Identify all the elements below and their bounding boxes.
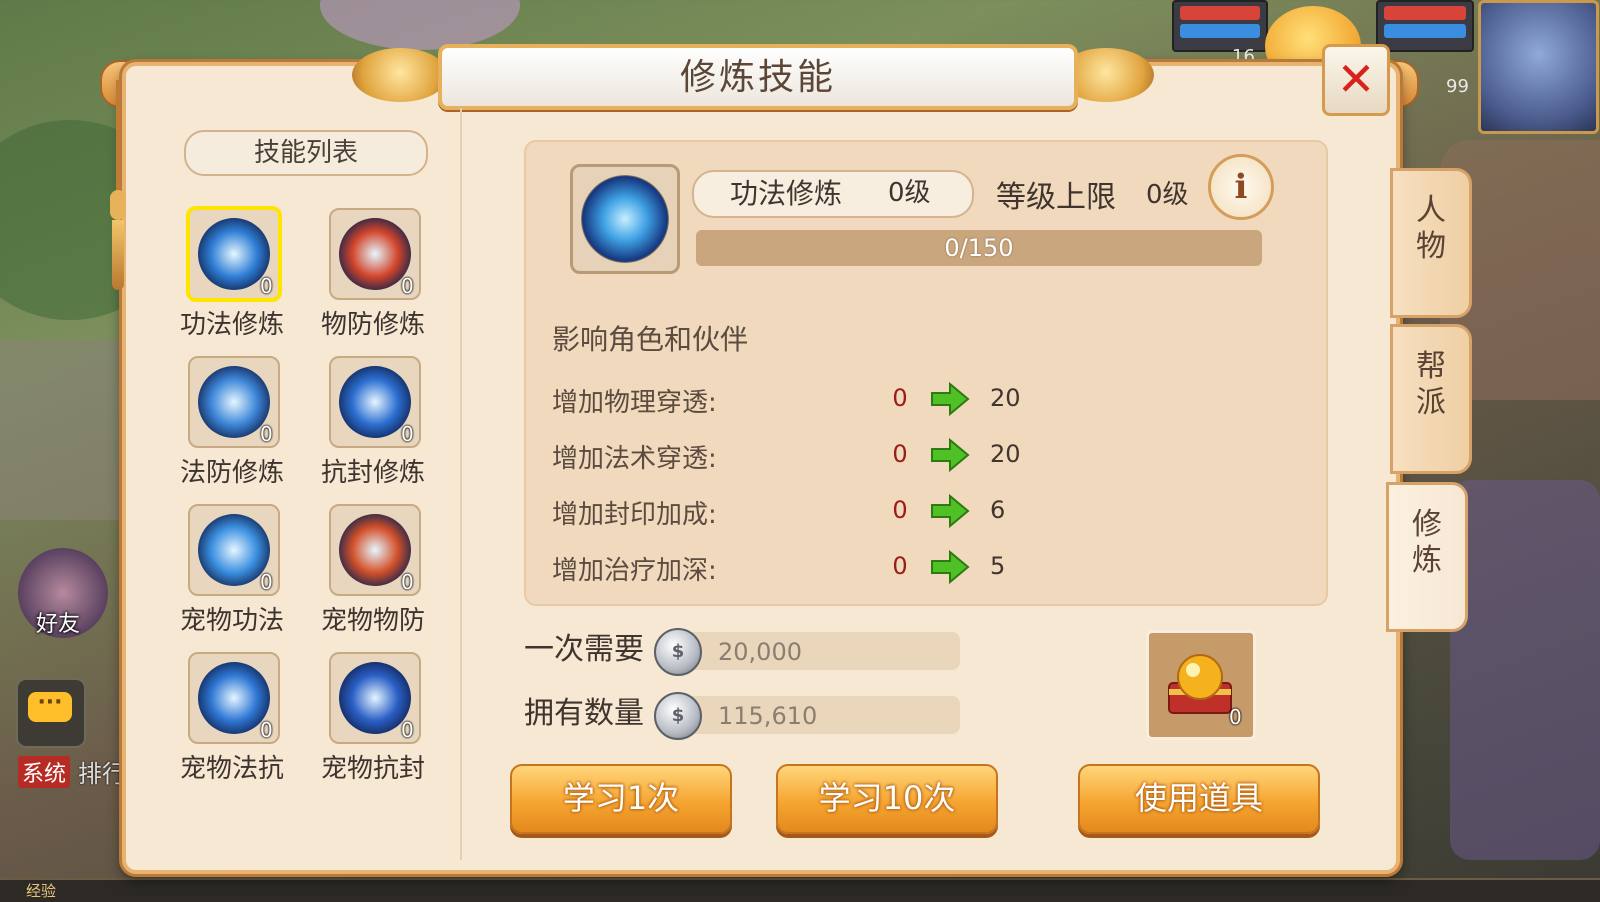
rank-label[interactable]: 排行	[78, 754, 126, 789]
player-portrait[interactable]	[1478, 0, 1599, 134]
side-tab-label: 帮派	[1416, 349, 1446, 420]
skill-name: 功法修炼	[179, 310, 284, 340]
hp-bar	[1180, 6, 1260, 20]
level-cap-label: 等级上限	[996, 180, 1116, 215]
green-arrow-icon	[931, 494, 970, 528]
stat-next-value: 5	[990, 552, 1006, 580]
treasure-chest-orb-icon	[1168, 654, 1232, 714]
skill-item-7[interactable]: 0 宠物法抗	[172, 652, 292, 792]
info-button[interactable]: i	[1208, 154, 1274, 220]
background-flag	[1450, 480, 1600, 860]
blue-dragon-orb-icon: 0	[186, 206, 282, 302]
selected-skill-icon	[570, 164, 680, 274]
side-tab-3[interactable]: 修炼	[1386, 482, 1468, 632]
hud-hp-mp-bars-right	[1376, 0, 1474, 52]
side-tab-label: 人物	[1416, 193, 1446, 264]
pet-defense-orb-icon: 0	[329, 504, 421, 596]
stat-label: 增加物理穿透:	[552, 388, 717, 418]
skill-level: 0	[260, 570, 273, 594]
learn-ten-button[interactable]: 学习10次	[776, 764, 998, 834]
skill-level: 0	[401, 718, 414, 742]
side-tab-1[interactable]: 人物	[1390, 168, 1472, 318]
skill-item-1[interactable]: 0 功法修炼	[172, 206, 292, 348]
cost-need-label: 一次需要	[524, 632, 644, 667]
chat-bubble-icon: ···	[28, 692, 72, 722]
green-arrow-icon	[931, 438, 970, 472]
skill-level: 0	[401, 570, 414, 594]
skill-name: 宠物物防	[320, 606, 425, 636]
affect-label: 影响角色和伙伴	[552, 323, 749, 356]
silver-coin-icon: $	[654, 692, 702, 740]
skill-item-3[interactable]: 0 法防修炼	[172, 356, 292, 496]
stat-current-value: 0	[892, 496, 908, 524]
cultivation-item-slot[interactable]: 0	[1146, 630, 1256, 740]
skill-level: 0	[401, 274, 414, 298]
stat-current-value: 0	[892, 384, 908, 412]
skill-level: 0	[260, 274, 273, 298]
exp-progress-text: 0/150	[944, 234, 1014, 262]
system-channel-badge[interactable]: 系统	[18, 756, 71, 788]
use-item-button[interactable]: 使用道具	[1078, 764, 1320, 834]
pet-resist-orb-icon: 0	[188, 652, 280, 744]
red-shield-orb-icon: 0	[329, 208, 421, 300]
stat-next-value: 6	[990, 496, 1006, 524]
friend-label[interactable]: 好友	[36, 606, 80, 638]
skill-name: 物防修炼	[320, 310, 425, 340]
hud-hp-mp-bars-left	[1172, 0, 1268, 52]
selected-skill-level: 0级	[888, 178, 931, 208]
cost-need-value: 20,000	[718, 638, 802, 666]
stat-label: 增加法术穿透:	[552, 444, 717, 474]
pet-magic-orb-icon: 0	[188, 504, 280, 596]
exp-label: 经验	[26, 882, 57, 900]
skill-item-5[interactable]: 0 宠物功法	[172, 504, 292, 644]
cloud-ornament-left-icon	[352, 48, 448, 102]
skill-level: 0	[260, 422, 273, 446]
close-button[interactable]: ✕	[1322, 44, 1390, 116]
exp-progress-bar: 0/150	[696, 230, 1262, 266]
green-arrow-icon	[931, 382, 970, 416]
blue-seal-orb-icon: 0	[329, 356, 421, 448]
background-lanterns	[320, 0, 520, 50]
selected-skill-name: 功法修炼	[730, 177, 843, 210]
stat-current-value: 0	[892, 552, 908, 580]
mp-bar	[1384, 24, 1466, 38]
learn-once-button[interactable]: 学习1次	[510, 764, 732, 834]
stat-next-value: 20	[990, 440, 1021, 468]
panel-title: 修炼技能	[679, 57, 836, 98]
stat-current-value: 0	[892, 440, 908, 468]
skill-item-6[interactable]: 0 宠物物防	[313, 504, 433, 644]
pet-antiseal-orb-icon: 0	[329, 652, 421, 744]
cost-own-value: 115,610	[718, 702, 818, 730]
player-level: 99	[1446, 76, 1469, 97]
blue-shield-orb-icon: 0	[188, 356, 280, 448]
cost-own-label: 拥有数量	[524, 696, 644, 731]
chat-button[interactable]: ···	[16, 678, 86, 748]
skill-item-4[interactable]: 0 抗封修炼	[313, 356, 433, 496]
skill-level: 0	[260, 718, 273, 742]
skill-name: 法防修炼	[179, 458, 284, 488]
skill-name: 宠物功法	[179, 606, 284, 636]
panel-divider	[460, 108, 462, 860]
stat-label: 增加封印加成:	[552, 500, 717, 530]
tassel-decoration	[108, 80, 128, 290]
level-cap-value: 0级	[1146, 180, 1189, 210]
skill-level: 0	[401, 422, 414, 446]
mp-bar	[1180, 24, 1260, 38]
stat-label: 增加治疗加深:	[552, 556, 717, 586]
skill-item-8[interactable]: 0 宠物抗封	[313, 652, 433, 792]
skill-item-2[interactable]: 0 物防修炼	[313, 208, 433, 348]
skill-list-title: 技能列表	[184, 130, 428, 176]
green-arrow-icon	[931, 550, 970, 584]
side-tab-label: 修炼	[1412, 507, 1442, 578]
silver-coin-icon: $	[654, 628, 702, 676]
skill-name: 宠物法抗	[179, 754, 284, 784]
skill-name: 宠物抗封	[320, 754, 425, 784]
hp-bar	[1384, 6, 1466, 20]
side-tab-2[interactable]: 帮派	[1390, 324, 1472, 474]
item-count: 0	[1229, 705, 1242, 729]
stat-next-value: 20	[990, 384, 1021, 412]
background-building	[0, 340, 140, 520]
skill-name: 抗封修炼	[320, 458, 425, 488]
exp-bar	[0, 878, 1600, 902]
